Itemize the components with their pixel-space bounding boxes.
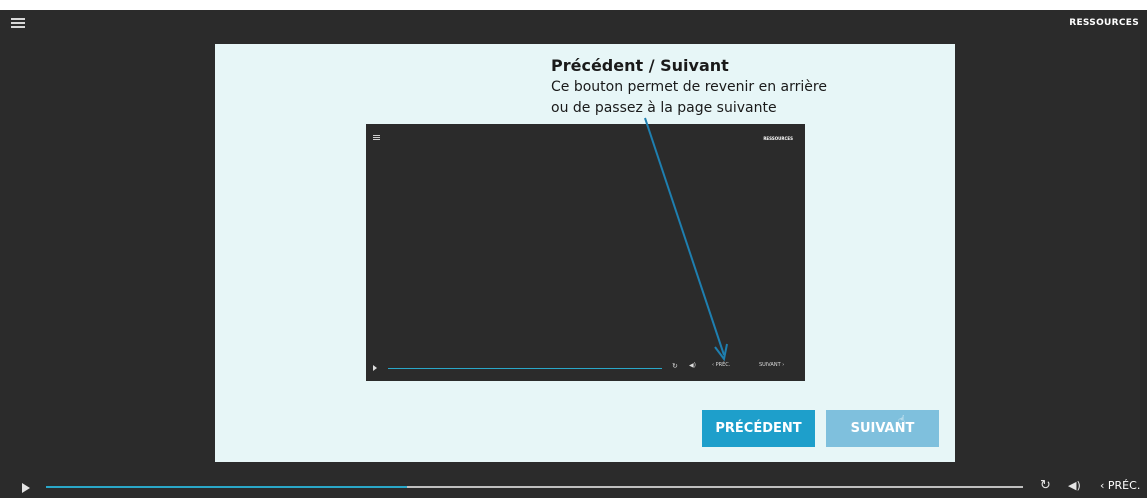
play-icon[interactable]	[22, 483, 30, 493]
volume-icon[interactable]: ◀)	[1068, 479, 1081, 492]
slide-content: Précédent / Suivant Ce bouton permet de …	[215, 44, 955, 462]
progress-bar[interactable]	[46, 486, 1023, 488]
previous-button[interactable]: PRÉCÉDENT	[702, 410, 815, 447]
resources-button[interactable]: RESSOURCES	[1069, 18, 1139, 28]
next-button[interactable]: SUIVANT	[826, 410, 939, 447]
reload-icon[interactable]: ↻	[1040, 478, 1051, 493]
menu-icon[interactable]	[11, 18, 25, 28]
prev-nav-button[interactable]: ‹ PRÉC.	[1100, 479, 1140, 492]
progress-fill	[46, 486, 408, 488]
pointer-arrow	[644, 117, 728, 362]
window-top-bar	[0, 0, 1147, 10]
cursor-icon: ☝	[898, 413, 906, 427]
